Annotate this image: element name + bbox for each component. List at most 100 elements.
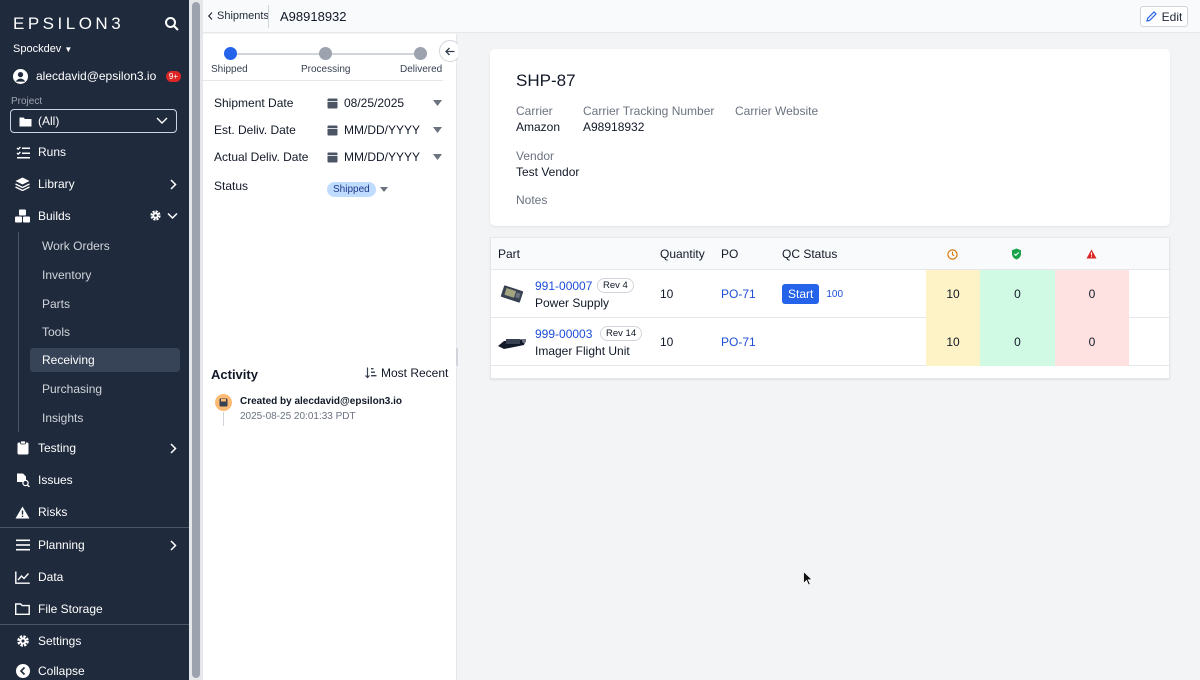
shipment-date-picker[interactable]: 08/25/2025 <box>327 96 442 110</box>
line-chart-icon <box>15 570 30 585</box>
search-icon[interactable] <box>164 16 180 32</box>
part-name: Power Supply <box>535 296 610 310</box>
page-title: A98918932 <box>280 9 347 24</box>
gear-icon[interactable] <box>149 209 162 222</box>
main-content: SHP-87 Carrier Amazon Carrier Tracking N… <box>458 34 1200 680</box>
passed-count: 0 <box>980 270 1055 318</box>
sidebar-scrollbar[interactable] <box>189 0 203 680</box>
nav-library-label: Library <box>38 177 75 191</box>
subnav-receiving[interactable]: Receiving <box>30 348 180 372</box>
breadcrumb-shipments[interactable]: Shipments <box>217 10 269 22</box>
est-delivery-value: MM/DD/YYYY <box>344 123 421 137</box>
parts-table: Part Quantity PO QC Status 991-00007 Rev… <box>490 237 1170 379</box>
calendar-icon <box>327 152 338 163</box>
est-delivery-picker[interactable]: MM/DD/YYYY <box>327 123 442 137</box>
pending-count: 10 <box>926 318 980 366</box>
actual-delivery-picker[interactable]: MM/DD/YYYY <box>327 150 442 164</box>
nav-data-label: Data <box>38 570 64 584</box>
caret-down-icon: ▼ <box>64 44 73 54</box>
nav-risks[interactable]: Risks <box>0 500 189 524</box>
table-row[interactable]: 991-00007 Rev 4 Power Supply 10 PO-71 St… <box>491 270 1169 318</box>
chevron-right-icon <box>170 443 177 454</box>
carrier-website-label: Carrier Website <box>735 104 819 118</box>
part-name: Imager Flight Unit <box>535 344 630 358</box>
step-dot-processing[interactable] <box>319 47 332 60</box>
nav-runs[interactable]: Runs <box>0 140 189 164</box>
field-est-delivery: Est. Deliv. Date MM/DD/YYYY <box>214 120 442 140</box>
pencil-icon <box>1145 11 1157 22</box>
subnav-inventory[interactable]: Inventory <box>30 263 180 287</box>
activity-sort-button[interactable]: Most Recent <box>365 366 448 380</box>
failed-count: 0 <box>1055 270 1129 318</box>
revision-badge: Rev 4 <box>597 278 634 293</box>
project-select[interactable]: (All) <box>10 109 177 133</box>
caret-down-icon <box>433 154 442 160</box>
sidebar: EPSILON3 Spockdev ▼ alecdavid@epsilon3.io… <box>0 0 189 680</box>
caret-down-icon <box>433 100 442 106</box>
nav-settings[interactable]: Settings <box>0 629 189 653</box>
status-select[interactable]: Shipped <box>327 176 442 197</box>
failed-count: 0 <box>1055 318 1129 366</box>
subnav-work-orders[interactable]: Work Orders <box>30 234 180 258</box>
nav-planning[interactable]: Planning <box>0 533 189 557</box>
user-menu[interactable]: alecdavid@epsilon3.io 9+ <box>13 67 181 85</box>
caret-down-icon <box>379 186 388 192</box>
nav-builds[interactable]: Builds <box>0 204 189 228</box>
power-supply-image <box>500 285 524 303</box>
step-label-processing: Processing <box>301 64 351 75</box>
workspace-switcher[interactable]: Spockdev ▼ <box>13 43 72 55</box>
qc-status-cell: Start 100 <box>782 270 843 318</box>
activity-title: Activity <box>211 367 258 382</box>
shield-check-icon <box>1011 238 1022 270</box>
subnav-purchasing[interactable]: Purchasing <box>30 377 180 401</box>
actual-delivery-label: Actual Deliv. Date <box>214 150 309 164</box>
vendor-value: Test Vendor <box>516 165 580 179</box>
menu-icon <box>15 538 30 553</box>
gear-icon <box>15 634 30 649</box>
nav-collapse[interactable]: Collapse <box>0 659 189 680</box>
table-row[interactable]: 999-00003 Rev 14 Imager Flight Unit 10 P… <box>491 318 1169 366</box>
step-dot-shipped[interactable] <box>224 47 237 60</box>
chevron-right-icon <box>170 179 177 190</box>
tracking-label: Carrier Tracking Number <box>583 104 715 118</box>
warning-icon <box>15 505 30 520</box>
status-badge: Shipped <box>327 181 376 197</box>
chevron-right-icon <box>170 540 177 551</box>
tracking-value: A98918932 <box>583 120 645 134</box>
part-number-link[interactable]: 999-00003 <box>535 327 592 341</box>
qc-count-link[interactable]: 100 <box>826 289 843 300</box>
step-label-shipped: Shipped <box>211 64 248 75</box>
step-dot-delivered[interactable] <box>414 47 427 60</box>
edit-button[interactable]: Edit <box>1140 6 1188 27</box>
breadcrumb[interactable]: Shipments <box>208 10 269 22</box>
nav-library[interactable]: Library <box>0 172 189 196</box>
pending-count: 10 <box>926 270 980 318</box>
project-value: (All) <box>38 114 60 128</box>
nav-file-storage-label: File Storage <box>38 602 103 616</box>
brand-logo[interactable]: EPSILON3 <box>13 14 124 34</box>
nav-data[interactable]: Data <box>0 565 189 589</box>
nav-file-storage[interactable]: File Storage <box>0 597 189 621</box>
po-link[interactable]: PO-71 <box>721 318 756 366</box>
nav-runs-label: Runs <box>38 145 67 159</box>
subnav-rail <box>18 232 19 432</box>
nav-testing[interactable]: Testing <box>0 436 189 460</box>
nav-issues[interactable]: Issues <box>0 468 189 492</box>
subnav-insights[interactable]: Insights <box>30 406 180 430</box>
part-number-link[interactable]: 991-00007 <box>535 279 592 293</box>
caret-down-icon <box>433 127 442 133</box>
start-qc-button[interactable]: Start <box>782 284 820 304</box>
panel-divider <box>203 80 443 81</box>
subnav-tools[interactable]: Tools <box>30 320 180 344</box>
field-actual-delivery: Actual Deliv. Date MM/DD/YYYY <box>214 147 442 167</box>
revision-badge: Rev 14 <box>600 326 643 341</box>
subnav-parts[interactable]: Parts <box>30 292 180 316</box>
status-stepper: Shipped Processing Delivered <box>211 46 443 82</box>
po-link[interactable]: PO-71 <box>721 270 756 318</box>
mouse-cursor-icon <box>803 571 813 586</box>
chevron-down-icon <box>167 212 178 220</box>
vendor-label: Vendor <box>516 149 555 163</box>
scrollbar-thumb[interactable] <box>192 2 200 678</box>
notification-badge[interactable]: 9+ <box>165 70 181 82</box>
field-status: Status Shipped <box>214 176 442 197</box>
